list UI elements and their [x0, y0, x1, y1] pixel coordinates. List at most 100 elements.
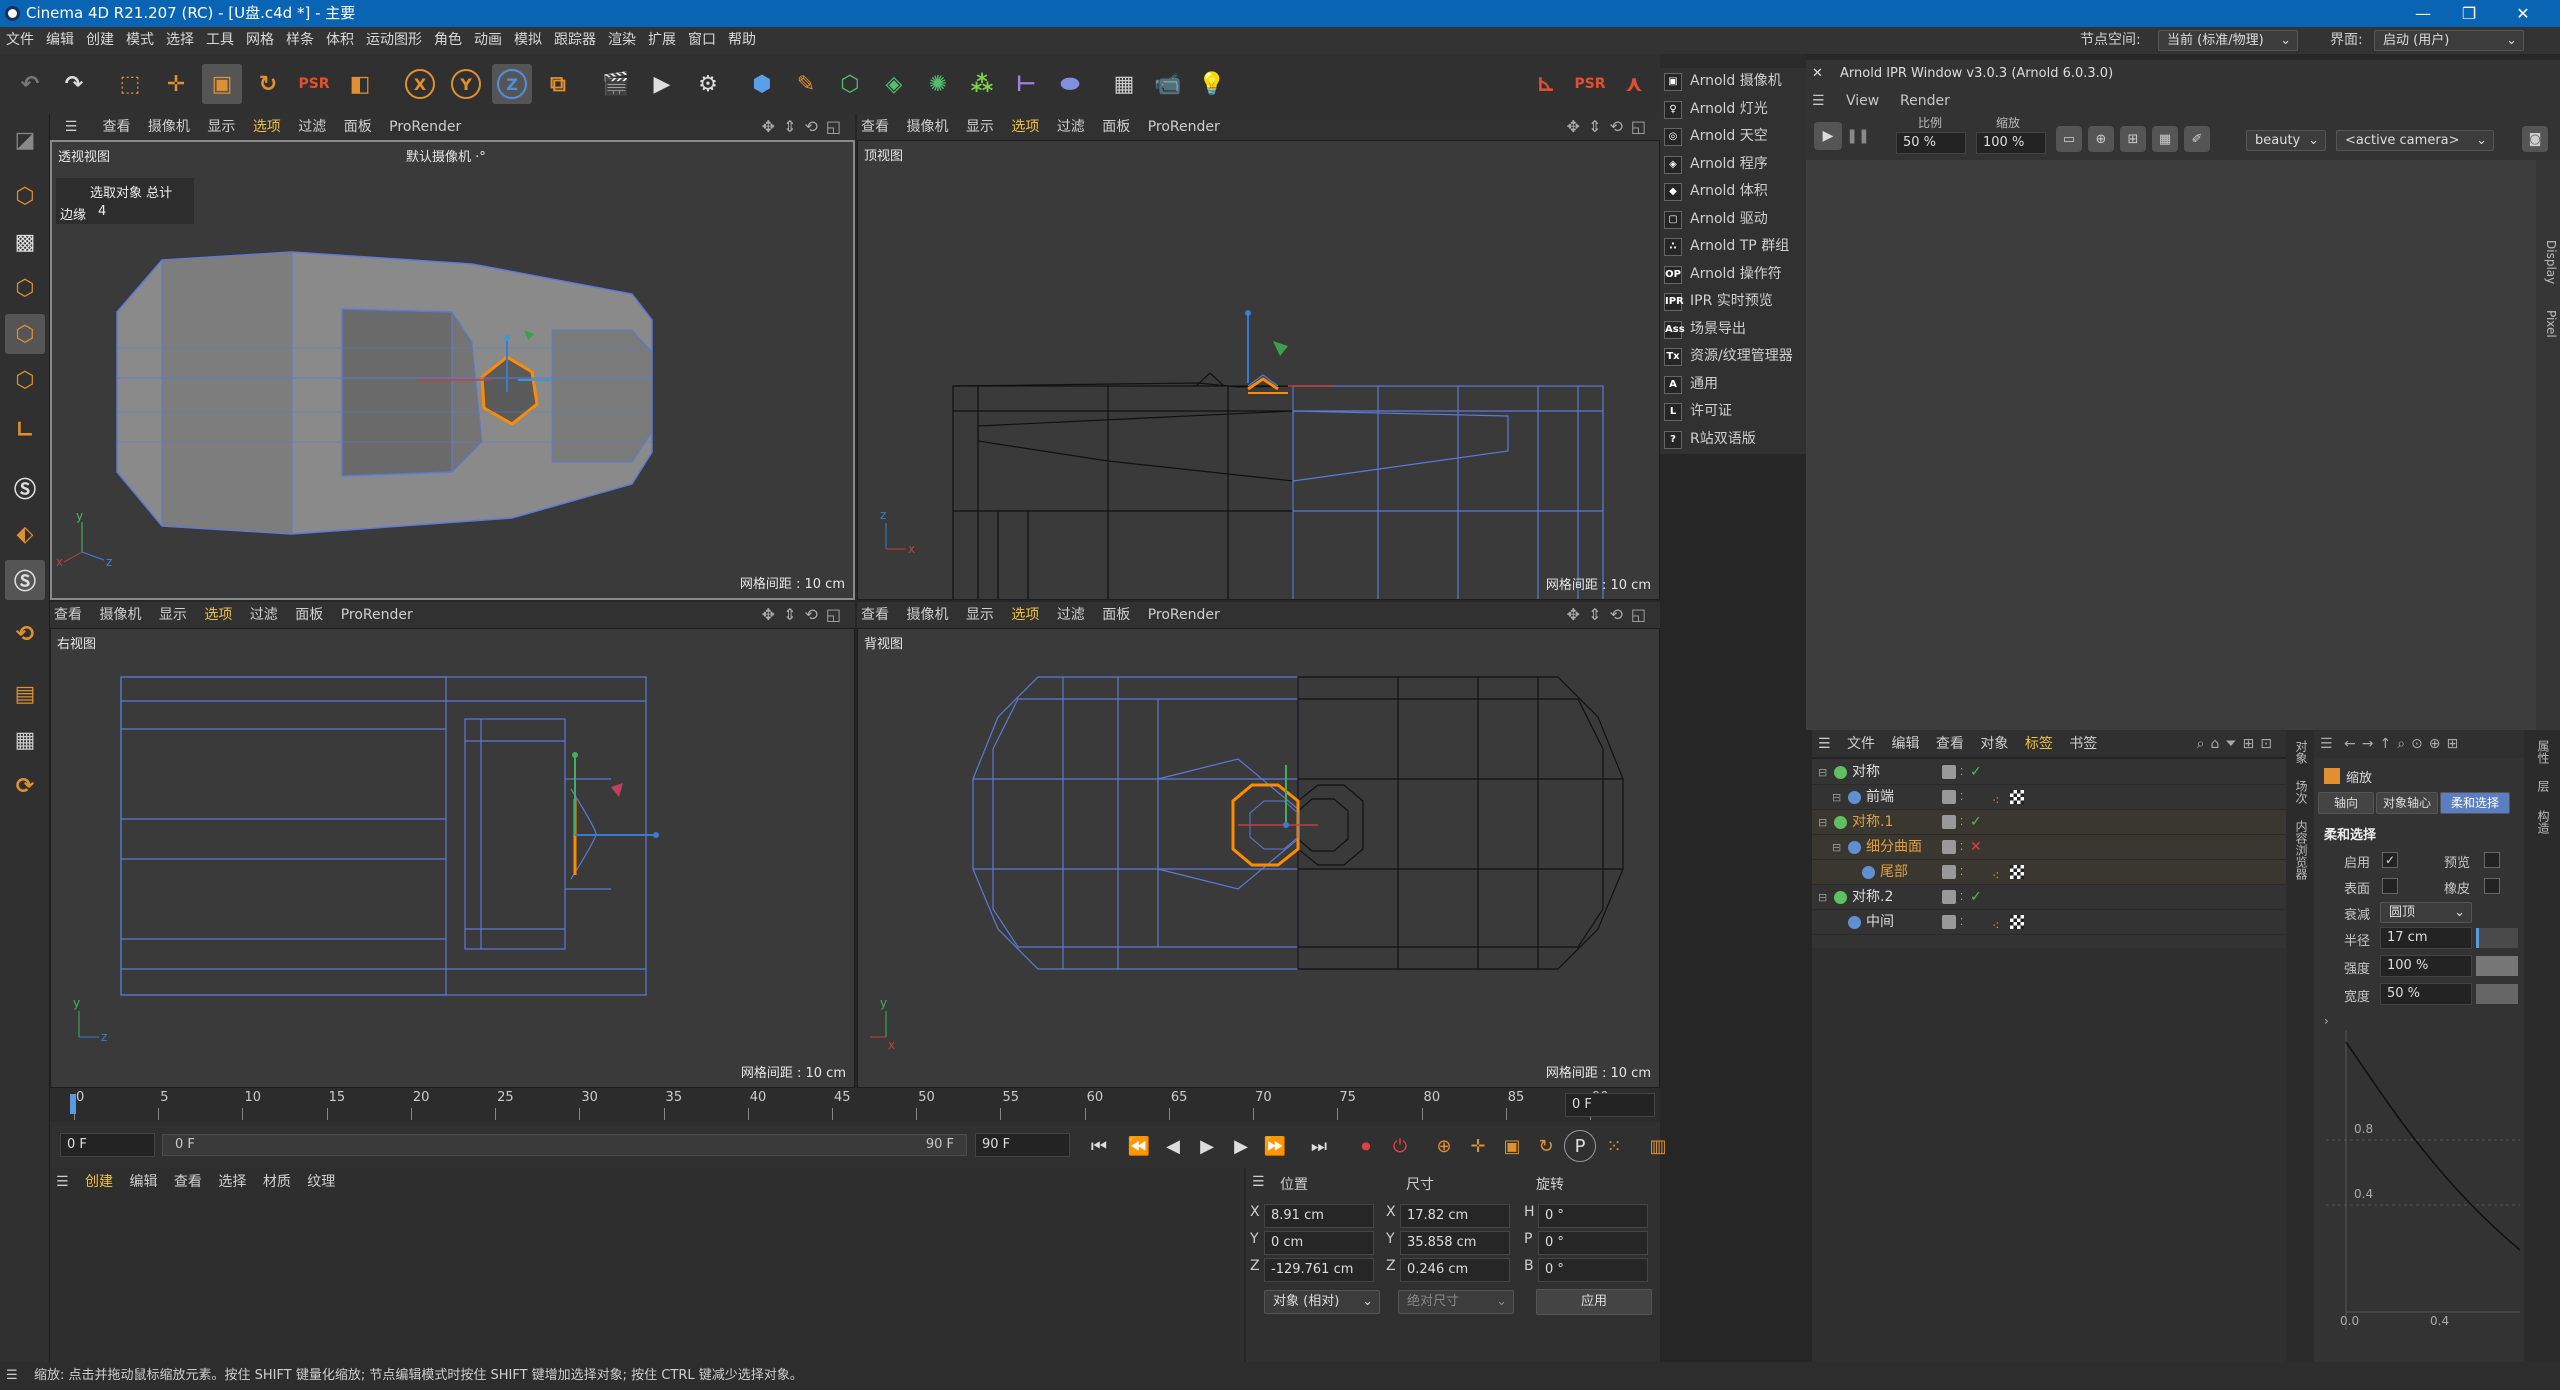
previous-frame-icon[interactable]: ◀	[1157, 1130, 1189, 1162]
mat-menu-edit[interactable]: 编辑	[129, 1168, 157, 1196]
expand-toggle-icon[interactable]: ⊟	[1832, 785, 1841, 810]
vp-menu-display[interactable]: 显示	[966, 114, 994, 140]
play-icon[interactable]: ▶	[1191, 1130, 1223, 1162]
preview-checkbox[interactable]	[2484, 852, 2500, 868]
snap-axis-icon[interactable]: ⋏	[1614, 64, 1654, 104]
ipr-aov-select[interactable]: beauty ⌄	[2246, 130, 2326, 151]
spline-pen-icon[interactable]: ✎	[786, 64, 826, 104]
lock-workplane-icon[interactable]: ▦	[5, 720, 45, 760]
mograph-cloner-icon[interactable]: ⁂	[962, 64, 1002, 104]
arnold-menu-item[interactable]: ▢ Arnold 驱动	[1660, 206, 1806, 233]
visibility-dots-icon[interactable]: ⁚	[1960, 910, 1963, 935]
field-icon[interactable]: ⬬	[1050, 64, 1090, 104]
start-frame-field[interactable]: 0 F	[60, 1133, 155, 1157]
menu-item[interactable]: 样条	[280, 27, 320, 54]
ipr-eyedropper-icon[interactable]: ✐	[2184, 126, 2210, 152]
keyframe-selection-icon[interactable]: ⊕	[1428, 1130, 1460, 1162]
mat-menu-material[interactable]: 材质	[263, 1168, 291, 1196]
surface-checkbox[interactable]	[2382, 878, 2398, 894]
texture-tag-icon[interactable]	[2010, 865, 2024, 879]
arnold-menu-item[interactable]: A 通用	[1660, 371, 1806, 398]
redo-icon[interactable]: ↷	[54, 64, 94, 104]
vp-menu-filter[interactable]: 过滤	[250, 602, 278, 628]
side-tab-layers[interactable]: 层	[2532, 780, 2552, 792]
psr-snap-icon[interactable]: PSR	[1570, 64, 1610, 104]
object-row[interactable]: ⊟ 对称.1 ⁚ ✓	[1812, 810, 2286, 835]
menu-item[interactable]: 动画	[468, 27, 508, 54]
layer-swatch-icon[interactable]	[1942, 840, 1956, 854]
vp-menu-panel[interactable]: 面板	[344, 114, 372, 140]
ipr-hamburger-icon[interactable]: ☰	[1812, 88, 1825, 114]
axis-x-button[interactable]: X	[400, 64, 440, 104]
side-tab-takes[interactable]: 场次	[2290, 780, 2310, 804]
ipr-snapshot-icon[interactable]: ◙	[2522, 126, 2548, 152]
width-slider[interactable]	[2476, 984, 2518, 1004]
next-frame-icon[interactable]: ▶	[1225, 1130, 1257, 1162]
ipr-scale-field[interactable]: 50 %	[1896, 132, 1966, 154]
obj-menu-bookmarks[interactable]: 书签	[2069, 730, 2097, 758]
live-select-icon[interactable]: ⬚	[110, 64, 150, 104]
visibility-dots-icon[interactable]: ⁚	[1960, 885, 1963, 910]
width-field[interactable]: 50 %	[2380, 983, 2472, 1005]
menu-item[interactable]: 跟踪器	[548, 27, 602, 54]
maximize-button[interactable]: ❐	[2446, 0, 2492, 27]
viewport-nav-icons[interactable]: ✥⇕⟲◱	[1567, 114, 1654, 140]
arnold-menu-item[interactable]: Tx 资源/纹理管理器	[1660, 343, 1806, 370]
current-frame-field[interactable]: 0 F	[1565, 1093, 1655, 1117]
ipr-menu-render[interactable]: Render	[1900, 88, 1950, 114]
rotation-field[interactable]: 0 °	[1538, 1204, 1648, 1228]
object-row[interactable]: ⊟ 细分曲面 ⁚ ✕	[1812, 835, 2286, 860]
ipr-camera-select[interactable]: <active camera> ⌄	[2336, 130, 2494, 151]
floor-object-icon[interactable]: ▦	[1104, 64, 1144, 104]
object-list-empty[interactable]	[1812, 948, 2286, 1390]
visibility-dots-icon[interactable]: ⁚	[1960, 860, 1963, 885]
menu-item[interactable]: 帮助	[722, 27, 762, 54]
vertex-map-tag-icon[interactable]: ⁖	[1992, 914, 2000, 939]
enabled-check-icon[interactable]: ✓	[1970, 885, 1982, 910]
menu-item[interactable]: 角色	[428, 27, 468, 54]
object-row[interactable]: ⊟ 对称 ⁚ ✓	[1812, 760, 2286, 785]
vp-menu-panel[interactable]: 面板	[295, 602, 323, 628]
rotation-field[interactable]: 0 °	[1538, 1231, 1648, 1255]
object-row[interactable]: ⊟ 对称.2 ⁚ ✓	[1812, 885, 2286, 910]
render-picture-viewer-icon[interactable]: ▶	[642, 64, 682, 104]
falloff-graph[interactable]: 0.8 0.4 0.0 0.4	[2326, 1030, 2520, 1330]
radius-field[interactable]: 17 cm	[2380, 927, 2472, 949]
vp-menu-panel[interactable]: 面板	[1102, 114, 1130, 140]
expand-toggle-icon[interactable]: ⊟	[1832, 835, 1841, 860]
vp-menu-prorender[interactable]: ProRender	[341, 602, 413, 628]
ipr-render-area[interactable]	[1806, 160, 2536, 730]
menu-item[interactable]: 运动图形	[360, 27, 428, 54]
attr-tab-object-axis[interactable]: 对象轴心	[2376, 792, 2438, 814]
expand-toggle-icon[interactable]: ⊟	[1818, 760, 1827, 785]
object-name[interactable]: 对称.1	[1852, 810, 1893, 835]
ipr-grid-icon[interactable]: ▦	[2152, 126, 2178, 152]
layer-icon[interactable]: ▤	[5, 674, 45, 714]
key-rotation-icon[interactable]: ↻	[1530, 1130, 1562, 1162]
menu-item[interactable]: 渲染	[602, 27, 642, 54]
playhead-handle[interactable]	[70, 1094, 76, 1114]
deformer-icon[interactable]: ⊢	[1006, 64, 1046, 104]
side-tab-objects[interactable]: 对象	[2290, 740, 2310, 764]
vp-menu-filter[interactable]: 过滤	[1057, 602, 1085, 628]
key-param-icon[interactable]: P	[1564, 1130, 1596, 1162]
light-object-icon[interactable]: 💡	[1192, 64, 1232, 104]
obj-menu-edit[interactable]: 编辑	[1891, 730, 1919, 758]
vp-menu-camera[interactable]: 摄像机	[906, 602, 948, 628]
texture-mode-icon[interactable]: ▩	[5, 222, 45, 262]
visibility-dots-icon[interactable]: ⁚	[1960, 835, 1963, 860]
graph-expand-icon[interactable]: ›	[2324, 1014, 2329, 1028]
object-name[interactable]: 对称	[1852, 760, 1880, 785]
viewport-hamburger-icon[interactable]: ☰	[62, 114, 80, 140]
layer-swatch-icon[interactable]	[1942, 790, 1956, 804]
object-row[interactable]: ⊟ 前端 ⁚ ⁖	[1812, 785, 2286, 810]
mat-menu-create[interactable]: 创建	[85, 1168, 113, 1196]
enable-checkbox[interactable]: ✓	[2382, 852, 2398, 868]
arnold-menu-item[interactable]: ▣ Arnold 摄像机	[1660, 68, 1806, 95]
menu-item[interactable]: 扩展	[642, 27, 682, 54]
axis-mode-icon[interactable]: ∟	[5, 410, 45, 450]
camera-object-icon[interactable]: 📹	[1148, 64, 1188, 104]
layer-swatch-icon[interactable]	[1942, 915, 1956, 929]
vp-menu-options[interactable]: 选项	[253, 114, 281, 140]
vp-menu-prorender[interactable]: ProRender	[1148, 602, 1220, 628]
